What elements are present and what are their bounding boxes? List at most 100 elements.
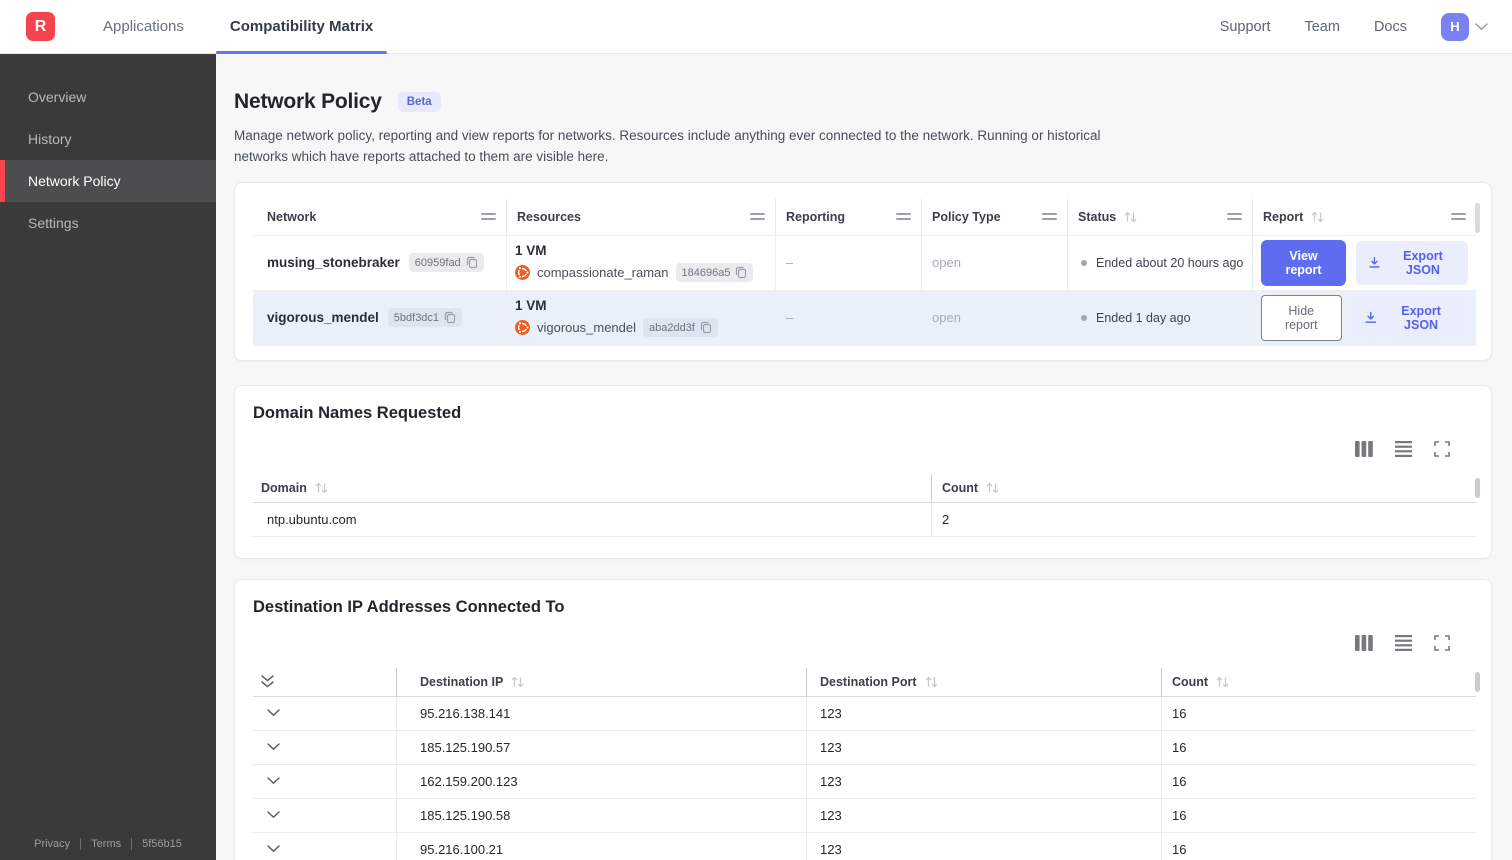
domain-row[interactable]: ntp.ubuntu.com 2 bbox=[253, 502, 1476, 537]
network-name: musing_stonebraker bbox=[267, 255, 400, 271]
sort-icon[interactable] bbox=[985, 482, 1000, 494]
domain-value: ntp.ubuntu.com bbox=[267, 511, 357, 527]
network-hash-badge[interactable]: 60959fad bbox=[408, 253, 484, 273]
count-value: 16 bbox=[1161, 696, 1476, 730]
destination-row[interactable]: 185.125.190.57 123 16 bbox=[253, 730, 1476, 765]
scrollbar-thumb[interactable] bbox=[1475, 671, 1480, 692]
terms-link[interactable]: Terms bbox=[91, 838, 121, 850]
sidebar-item-overview[interactable]: Overview bbox=[0, 76, 216, 118]
col-header-domain[interactable]: Domain bbox=[253, 474, 931, 502]
hash-text: 5bdf3dc1 bbox=[393, 311, 440, 324]
destination-port: 123 bbox=[806, 832, 1161, 860]
col-header-destination-ip[interactable]: Destination IP bbox=[396, 667, 806, 696]
sort-icon[interactable] bbox=[314, 482, 329, 494]
nav-link-team[interactable]: Team bbox=[1304, 19, 1339, 35]
column-menu-icon[interactable] bbox=[1451, 212, 1466, 221]
table-toolbar bbox=[253, 440, 1474, 458]
network-row[interactable]: vigorous_mendel 5bdf3dc1 1 VM vigorous_m… bbox=[253, 289, 1476, 346]
sort-icon[interactable] bbox=[1215, 676, 1230, 688]
export-label: Export JSON bbox=[1401, 303, 1441, 332]
nav-link-support[interactable]: Support bbox=[1220, 19, 1271, 35]
scrollbar-thumb[interactable] bbox=[1475, 202, 1480, 233]
nav-tab-applications[interactable]: Applications bbox=[89, 0, 198, 54]
destination-row[interactable]: 95.216.100.21 123 16 bbox=[253, 832, 1476, 860]
destination-row[interactable]: 185.125.190.58 123 16 bbox=[253, 798, 1476, 833]
sidebar-item-history[interactable]: History bbox=[0, 118, 216, 160]
privacy-link[interactable]: Privacy bbox=[34, 838, 70, 850]
sort-icon[interactable] bbox=[510, 676, 525, 688]
copy-icon[interactable] bbox=[735, 266, 747, 279]
resource-hash-badge[interactable]: aba2dd3f bbox=[643, 318, 718, 338]
column-menu-icon[interactable] bbox=[1042, 212, 1057, 221]
col-header-reporting[interactable]: Reporting bbox=[776, 198, 922, 235]
destination-ip: 185.125.190.58 bbox=[396, 798, 806, 832]
hide-report-button[interactable]: Hide report bbox=[1261, 294, 1342, 341]
column-menu-icon[interactable] bbox=[481, 212, 496, 221]
copy-icon[interactable] bbox=[466, 256, 478, 269]
network-row[interactable]: musing_stonebraker 60959fad 1 VM compass… bbox=[253, 234, 1476, 290]
row-expand-icon[interactable] bbox=[253, 731, 396, 764]
col-label: Report bbox=[1263, 209, 1304, 224]
nav-tab-compatibility-matrix[interactable]: Compatibility Matrix bbox=[215, 0, 388, 54]
copy-icon[interactable] bbox=[444, 311, 456, 324]
sort-icon[interactable] bbox=[1310, 211, 1325, 223]
row-expand-icon[interactable] bbox=[253, 765, 396, 798]
copy-icon[interactable] bbox=[700, 321, 712, 334]
destinations-table-header: Destination IP Destination Port Count bbox=[253, 667, 1476, 697]
col-header-report[interactable]: Report bbox=[1253, 199, 1476, 235]
col-header-resources[interactable]: Resources bbox=[507, 198, 776, 235]
network-hash-badge[interactable]: 5bdf3dc1 bbox=[387, 308, 463, 328]
rows-density-icon[interactable] bbox=[1395, 440, 1412, 457]
hash-text: 184696a5 bbox=[681, 266, 731, 279]
scrollbar-thumb[interactable] bbox=[1475, 477, 1480, 498]
user-menu[interactable]: H bbox=[1441, 12, 1488, 41]
row-expand-icon[interactable] bbox=[253, 697, 396, 730]
fullscreen-icon[interactable] bbox=[1434, 634, 1450, 651]
destination-port: 123 bbox=[806, 798, 1161, 832]
column-menu-icon[interactable] bbox=[750, 212, 765, 221]
beta-badge: Beta bbox=[397, 92, 441, 112]
destination-row[interactable]: 95.216.138.141 123 16 bbox=[253, 696, 1476, 731]
status-text: Ended 1 day ago bbox=[1096, 310, 1191, 325]
sort-icon[interactable] bbox=[924, 676, 939, 688]
column-menu-icon[interactable] bbox=[896, 212, 911, 221]
sidebar-item-settings[interactable]: Settings bbox=[0, 202, 216, 244]
divider bbox=[131, 838, 133, 850]
col-header-policy-type[interactable]: Policy Type bbox=[922, 198, 1068, 235]
resource-hash-badge[interactable]: 184696a5 bbox=[675, 263, 754, 283]
fullscreen-icon[interactable] bbox=[1434, 440, 1450, 457]
columns-icon[interactable] bbox=[1355, 634, 1373, 651]
sidebar: Overview History Network Policy Settings… bbox=[0, 54, 216, 860]
export-json-button[interactable]: Export JSON bbox=[1351, 295, 1468, 340]
sidebar-item-network-policy[interactable]: Network Policy bbox=[0, 160, 216, 202]
col-header-network[interactable]: Network bbox=[253, 198, 507, 235]
column-menu-icon[interactable] bbox=[1227, 212, 1242, 221]
destination-row[interactable]: 162.159.200.123 123 16 bbox=[253, 764, 1476, 799]
view-report-button[interactable]: View report bbox=[1261, 239, 1347, 286]
row-expand-icon[interactable] bbox=[253, 799, 396, 832]
col-header-count[interactable]: Count bbox=[1161, 667, 1476, 696]
col-header-count[interactable]: Count bbox=[931, 473, 1476, 502]
row-expand-icon[interactable] bbox=[253, 833, 396, 860]
count-value: 16 bbox=[1161, 764, 1476, 798]
avatar[interactable]: H bbox=[1441, 12, 1469, 41]
sort-icon[interactable] bbox=[1123, 211, 1138, 223]
nav-link-docs[interactable]: Docs bbox=[1374, 19, 1407, 35]
policy-type-value: open bbox=[922, 235, 1068, 290]
divider bbox=[80, 838, 82, 850]
columns-icon[interactable] bbox=[1355, 440, 1373, 457]
domains-table: Domain Count ntp.ubuntu.com 2 bbox=[253, 473, 1476, 537]
vm-count: 1 VM bbox=[515, 298, 547, 314]
col-header-status[interactable]: Status bbox=[1068, 198, 1253, 235]
primary-nav: Applications Compatibility Matrix bbox=[89, 0, 405, 54]
col-header-destination-port[interactable]: Destination Port bbox=[806, 667, 1161, 696]
destination-port: 123 bbox=[806, 764, 1161, 798]
destinations-table: Destination IP Destination Port Count 95… bbox=[253, 667, 1476, 860]
rows-density-icon[interactable] bbox=[1395, 634, 1412, 651]
expand-all-icon[interactable] bbox=[253, 668, 396, 696]
app-logo[interactable]: R bbox=[26, 12, 55, 41]
sidebar-footer: Privacy Terms 5f56b15 bbox=[0, 838, 216, 854]
export-json-button[interactable]: Export JSON bbox=[1356, 240, 1468, 285]
reporting-value: – bbox=[776, 290, 922, 345]
count-value: 16 bbox=[1161, 798, 1476, 832]
